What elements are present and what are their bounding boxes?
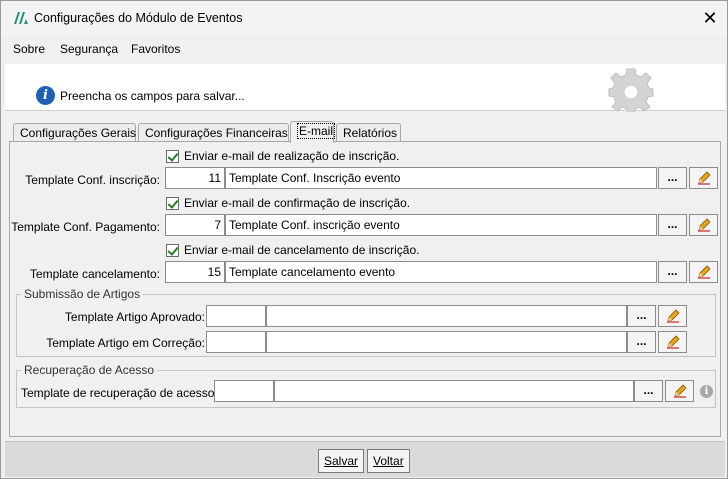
template-artigo-correcao-edit-button[interactable] xyxy=(658,331,687,353)
template-conf-inscricao-edit-button[interactable] xyxy=(689,167,718,189)
template-artigo-aprovado-edit-button[interactable] xyxy=(658,305,687,327)
title-bar: Configurações do Módulo de Eventos ✕ xyxy=(1,1,727,35)
template-conf-pagamento-code[interactable]: 7 xyxy=(165,214,225,236)
pencil-icon xyxy=(697,265,711,279)
info-panel: i Preencha os campos para salvar... xyxy=(5,64,725,112)
window: Configurações do Módulo de Eventos ✕ Sob… xyxy=(0,0,728,479)
email-tab-panel: Enviar e-mail de realização de inscrição… xyxy=(9,141,721,437)
template-artigo-aprovado-label: Template Artigo Aprovado: xyxy=(64,310,205,324)
template-artigo-correcao-desc[interactable] xyxy=(266,331,627,353)
back-button[interactable]: Voltar xyxy=(367,449,410,473)
tab-configuracoes-gerais[interactable]: Configurações Gerais xyxy=(13,123,136,142)
template-conf-pagamento-desc[interactable]: Template Conf. inscrição evento xyxy=(225,214,657,236)
template-artigo-correcao-code[interactable] xyxy=(206,331,266,353)
template-conf-pagamento-search-button[interactable]: ... xyxy=(658,214,687,236)
window-title: Configurações do Módulo de Eventos xyxy=(34,11,243,25)
submissao-artigos-title: Submissão de Artigos xyxy=(21,287,144,301)
chk-confirmacao-checkbox[interactable] xyxy=(166,196,179,210)
pencil-icon xyxy=(697,171,711,185)
template-conf-inscricao-search-button[interactable]: ... xyxy=(658,167,687,189)
template-recuperacao-desc[interactable] xyxy=(274,380,634,402)
tab-configuracoes-financeiras[interactable]: Configurações Financeiras xyxy=(138,123,289,142)
template-conf-pagamento-edit-button[interactable] xyxy=(689,214,718,236)
chk-cancelamento-row: Enviar e-mail de cancelamento de inscriç… xyxy=(166,243,419,257)
gear-icon xyxy=(608,68,654,112)
template-conf-inscricao-desc[interactable]: Template Conf. Inscrição evento xyxy=(225,167,657,189)
template-conf-inscricao-label: Template Conf. inscrição: xyxy=(25,173,160,187)
menu-item-favoritos[interactable]: Favoritos xyxy=(131,42,180,56)
tab-email[interactable]: E-mail xyxy=(290,121,336,143)
template-recuperacao-edit-button[interactable] xyxy=(665,380,694,402)
close-button[interactable]: ✕ xyxy=(693,1,727,35)
menu-item-seguranca[interactable]: Segurança xyxy=(60,42,118,56)
chk-cancelamento-label: Enviar e-mail de cancelamento de inscriç… xyxy=(184,243,420,257)
chk-realizacao-row: Enviar e-mail de realização de inscrição… xyxy=(166,149,399,163)
template-artigo-correcao-label: Template Artigo em Correção: xyxy=(46,336,205,350)
template-conf-pagamento-label: Template Conf. Pagamento: xyxy=(11,220,160,234)
pencil-icon xyxy=(666,335,680,349)
menu-item-sobre[interactable]: Sobre xyxy=(13,42,45,56)
tab-label: Relatórios xyxy=(343,126,398,140)
close-icon: ✕ xyxy=(702,7,718,28)
pencil-icon xyxy=(697,218,711,232)
submissao-artigos-group: Submissão de Artigos Template Artigo Apr… xyxy=(16,287,716,357)
template-recuperacao-code[interactable] xyxy=(214,380,274,402)
template-artigo-aprovado-code[interactable] xyxy=(206,305,266,327)
chk-realizacao-checkbox[interactable] xyxy=(166,149,179,163)
chk-confirmacao-row: Enviar e-mail de confirmação de inscriçã… xyxy=(166,196,410,210)
info-message: Preencha os campos para salvar... xyxy=(60,89,245,103)
recuperacao-acesso-group: Recuperação de Acesso Template de recupe… xyxy=(16,363,716,408)
save-button[interactable]: Salvar xyxy=(318,449,365,473)
template-cancelamento-label: Template cancelamento: xyxy=(29,267,160,281)
back-button-label: Voltar xyxy=(373,454,404,468)
template-recuperacao-label: Template de recuperação de acesso: xyxy=(21,386,218,400)
template-artigo-aprovado-desc[interactable] xyxy=(266,305,627,327)
template-cancelamento-code[interactable]: 15 xyxy=(165,261,225,283)
template-conf-inscricao-code[interactable]: 11 xyxy=(165,167,225,189)
tab-label: E-mail xyxy=(297,123,336,139)
template-cancelamento-edit-button[interactable] xyxy=(689,261,718,283)
template-artigo-aprovado-search-button[interactable]: ... xyxy=(627,305,656,327)
tab-relatorios[interactable]: Relatórios xyxy=(336,123,401,142)
help-icon[interactable]: i xyxy=(700,385,713,398)
save-button-label: Salvar xyxy=(324,454,359,468)
recuperacao-acesso-title: Recuperação de Acesso xyxy=(21,363,158,377)
menu-bar: Sobre Segurança Favoritos xyxy=(1,36,727,62)
footer-bar: Salvar Voltar xyxy=(5,441,725,477)
app-logo-icon xyxy=(14,12,28,24)
info-icon: i xyxy=(36,86,55,105)
tab-label: Configurações Financeiras xyxy=(145,126,288,140)
tab-label: Configurações Gerais xyxy=(20,126,137,140)
template-recuperacao-search-button[interactable]: ... xyxy=(634,380,663,402)
chk-realizacao-label: Enviar e-mail de realização de inscrição… xyxy=(184,149,400,163)
template-cancelamento-search-button[interactable]: ... xyxy=(658,261,687,283)
pencil-icon xyxy=(666,309,680,323)
chk-confirmacao-label: Enviar e-mail de confirmação de inscriçã… xyxy=(184,196,411,210)
pencil-icon xyxy=(673,384,687,398)
chk-cancelamento-checkbox[interactable] xyxy=(166,243,179,257)
template-cancelamento-desc[interactable]: Template cancelamento evento xyxy=(225,261,657,283)
template-artigo-correcao-search-button[interactable]: ... xyxy=(627,331,656,353)
